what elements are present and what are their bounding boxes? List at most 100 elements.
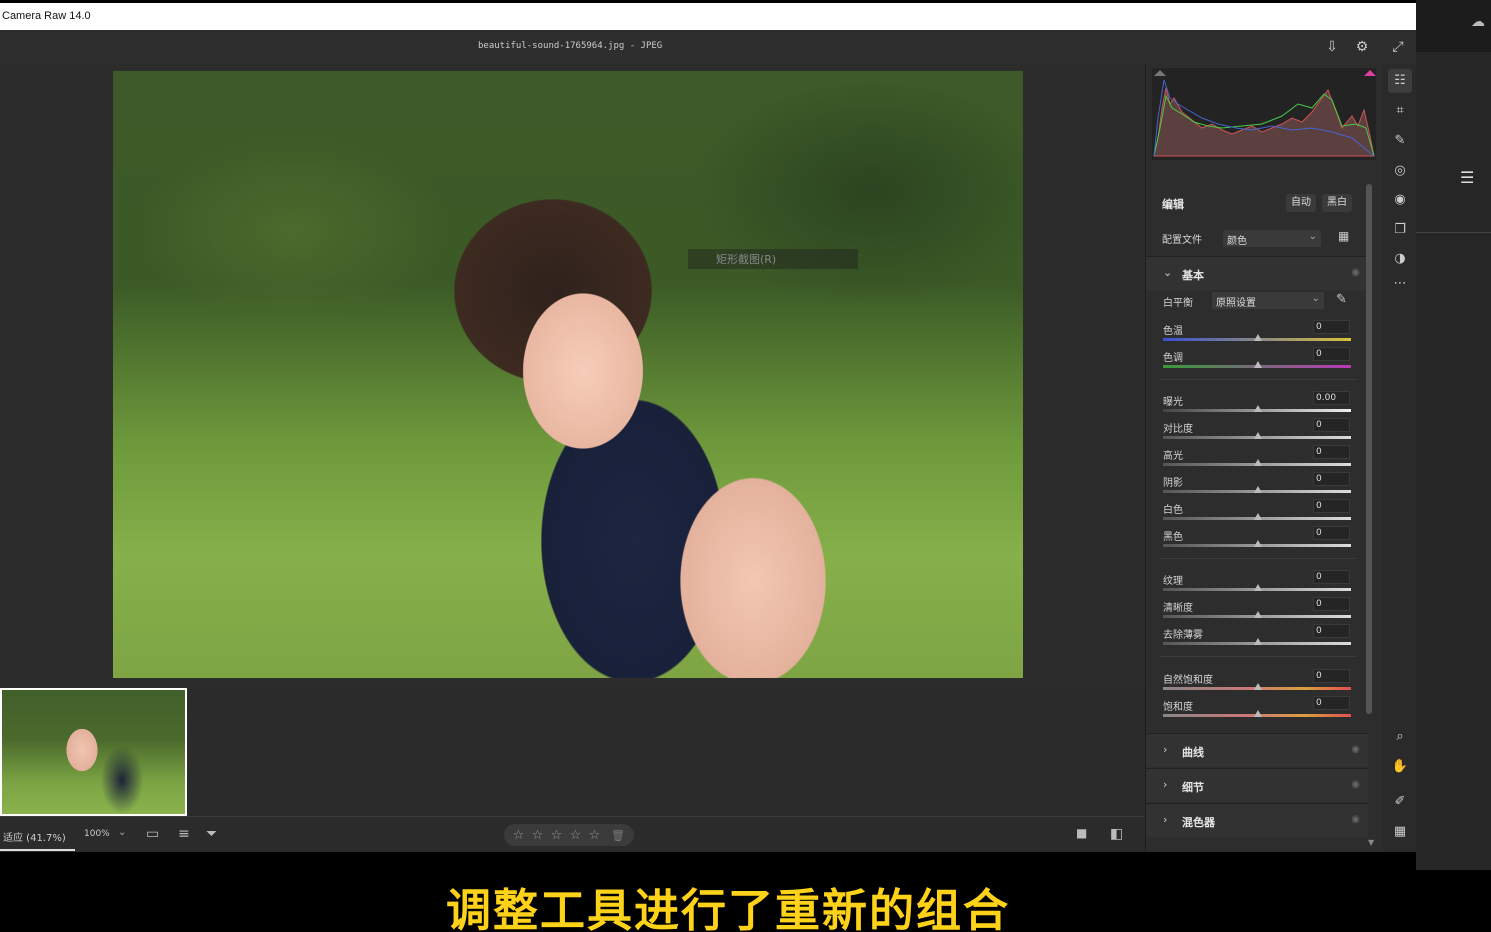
filmstrip-thumbnail[interactable]	[0, 688, 187, 816]
slider-value-input[interactable]: 0	[1313, 526, 1350, 540]
sort-icon[interactable]: ≡	[178, 826, 190, 842]
grid-icon[interactable]: ▦	[1388, 820, 1412, 844]
slider-temperature[interactable]: 色温 0	[1146, 320, 1368, 349]
slider-knob[interactable]	[1254, 513, 1262, 520]
edit-panel: 编辑 自动 黑白 配置文件 颜色 ⌄ ▦ ⌄ 基本 ◉ 白平衡 原照设置 ⌄ ✎…	[1145, 64, 1383, 852]
slider-whites[interactable]: 白色 0	[1146, 499, 1368, 528]
slider-shadows[interactable]: 阴影 0	[1146, 472, 1368, 501]
detail-section-header[interactable]: › 细节 ◉	[1146, 768, 1368, 802]
slider-tint[interactable]: 色调 0	[1146, 347, 1368, 376]
slider-knob[interactable]	[1254, 486, 1262, 493]
highlight-clipping-icon[interactable]	[1364, 70, 1376, 76]
snapshot-icon[interactable]: ❐	[1388, 218, 1412, 242]
white-balance-value: 原照设置	[1216, 298, 1256, 309]
single-view-icon[interactable]: ■	[1076, 826, 1087, 840]
curve-section-header[interactable]: › 曲线 ◉	[1146, 733, 1368, 767]
visibility-eye-icon[interactable]: ◉	[1351, 779, 1360, 790]
save-icon[interactable]: ⇩	[1323, 38, 1341, 56]
zoom-100-button[interactable]: 100%	[84, 829, 110, 839]
star-icon[interactable]: ☆	[512, 828, 525, 843]
divider	[1160, 656, 1356, 657]
before-after-icon[interactable]: ◧	[1110, 826, 1123, 842]
profile-dropdown[interactable]: 颜色 ⌄	[1223, 230, 1321, 247]
redeye-icon[interactable]: ◉	[1388, 188, 1412, 212]
slider-value-input[interactable]: 0	[1313, 499, 1350, 513]
slider-value-input[interactable]: 0	[1313, 418, 1350, 432]
zoom-fit-button[interactable]: 适应 (41.7%)	[3, 829, 66, 844]
slider-knob[interactable]	[1254, 361, 1262, 368]
slider-knob[interactable]	[1254, 432, 1262, 439]
shadow-clipping-icon[interactable]	[1154, 70, 1166, 76]
edit-sliders-icon[interactable]: ☷	[1388, 69, 1412, 93]
slider-blacks[interactable]: 黑色 0	[1146, 526, 1368, 555]
star-icon[interactable]: ☆	[588, 828, 601, 843]
slider-knob[interactable]	[1254, 638, 1262, 645]
white-balance-dropdown[interactable]: 原照设置 ⌄	[1212, 292, 1324, 309]
eyedropper-icon[interactable]: ✎	[1336, 292, 1347, 307]
slider-contrast[interactable]: 对比度 0	[1146, 418, 1368, 447]
slider-knob[interactable]	[1254, 334, 1262, 341]
slider-value-input[interactable]: 0	[1313, 570, 1350, 584]
scroll-down-icon[interactable]: ▼	[1368, 838, 1374, 847]
star-icon[interactable]: ☆	[550, 828, 563, 843]
cloud-icon: ☁	[1471, 14, 1485, 30]
slider-value-input[interactable]: 0	[1313, 597, 1350, 611]
zoom-dropdown-chevron-icon[interactable]: ⌄	[118, 827, 126, 838]
slider-dehaze[interactable]: 去除薄雾 0	[1146, 624, 1368, 653]
fullscreen-icon[interactable]: ⤢	[1389, 38, 1407, 56]
list-icon[interactable]: ☰	[1460, 168, 1474, 187]
more-icon[interactable]: ⋯	[1388, 272, 1412, 296]
slider-vibrance[interactable]: 自然饱和度 0	[1146, 669, 1368, 698]
slider-value-input[interactable]: 0	[1313, 320, 1350, 334]
profile-browser-icon[interactable]: ▦	[1338, 229, 1349, 243]
slider-value-input[interactable]: 0	[1313, 347, 1350, 361]
slider-value-input[interactable]: 0	[1313, 669, 1350, 683]
slider-knob[interactable]	[1254, 540, 1262, 547]
slider-value-input[interactable]: 0.00	[1313, 391, 1350, 405]
visibility-eye-icon[interactable]: ◉	[1351, 267, 1360, 278]
bottom-toolbar: 适应 (41.7%) 100% ⌄ ▭ ≡ ⏷ ☆ ☆ ☆ ☆ ☆ 🗑 ■ ◧	[0, 816, 1145, 852]
slider-knob[interactable]	[1254, 683, 1262, 690]
slider-knob[interactable]	[1254, 584, 1262, 591]
slider-value-input[interactable]: 0	[1313, 624, 1350, 638]
chevron-down-icon: ⌄	[1163, 266, 1173, 279]
slider-value-input[interactable]: 0	[1313, 696, 1350, 710]
color-sampler-icon[interactable]: ✐	[1388, 790, 1412, 814]
basic-section-header[interactable]: ⌄ 基本 ◉	[1146, 256, 1368, 290]
edit-title: 编辑	[1162, 198, 1184, 211]
profile-label: 配置文件	[1162, 235, 1202, 246]
auto-button[interactable]: 自动	[1286, 194, 1316, 212]
trash-icon[interactable]: 🗑	[611, 829, 625, 842]
healing-icon[interactable]: ✎	[1388, 129, 1412, 153]
star-icon[interactable]: ☆	[569, 828, 582, 843]
filmstrip-view-icon[interactable]: ▭	[146, 826, 159, 842]
color-mixer-section-header[interactable]: › 混色器 ◉	[1146, 803, 1368, 837]
slider-value-input[interactable]: 0	[1313, 472, 1350, 486]
preview-photo[interactable]: 矩形截图(R)	[113, 71, 1023, 678]
white-balance-label: 白平衡	[1163, 298, 1193, 309]
slider-knob[interactable]	[1254, 405, 1262, 412]
slider-knob[interactable]	[1254, 611, 1262, 618]
gear-icon[interactable]: ⚙	[1353, 38, 1371, 56]
star-icon[interactable]: ☆	[531, 828, 544, 843]
divider	[1160, 558, 1356, 559]
panel-scrollbar[interactable]	[1366, 184, 1372, 714]
presets-icon[interactable]: ◑	[1388, 247, 1412, 271]
slider-exposure[interactable]: 曝光 0.00	[1146, 391, 1368, 420]
slider-clarity[interactable]: 清晰度 0	[1146, 597, 1368, 626]
zoom-icon[interactable]: ⌕	[1388, 725, 1412, 749]
slider-value-input[interactable]: 0	[1313, 445, 1350, 459]
mask-icon[interactable]: ◎	[1388, 159, 1412, 183]
visibility-eye-icon[interactable]: ◉	[1351, 814, 1360, 825]
hand-icon[interactable]: ✋	[1388, 755, 1412, 779]
slider-knob[interactable]	[1254, 710, 1262, 717]
black-white-button[interactable]: 黑白	[1322, 194, 1352, 212]
slider-highlights[interactable]: 高光 0	[1146, 445, 1368, 474]
slider-knob[interactable]	[1254, 459, 1262, 466]
slider-saturation[interactable]: 饱和度 0	[1146, 696, 1368, 725]
visibility-eye-icon[interactable]: ◉	[1351, 744, 1360, 755]
slider-texture[interactable]: 纹理 0	[1146, 570, 1368, 599]
histogram	[1152, 68, 1376, 160]
crop-icon[interactable]: ⌗	[1388, 99, 1412, 123]
filter-icon[interactable]: ⏷	[206, 826, 217, 842]
